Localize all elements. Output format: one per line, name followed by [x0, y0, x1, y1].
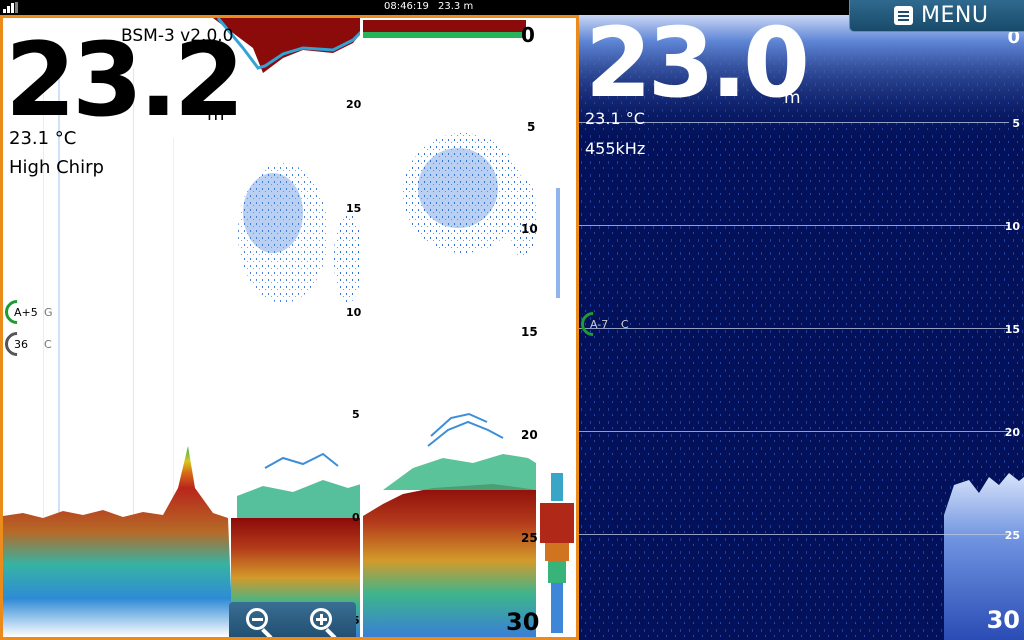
gain-value: A-7 [590, 318, 609, 331]
depth-scale-max: 30 [986, 606, 1020, 634]
status-depth: 23.3 m [438, 1, 474, 12]
water-temperature: 23.1 °C [9, 128, 77, 149]
depth-readout: 23.2 [5, 21, 245, 140]
depth-gridline [579, 534, 1009, 535]
depth-scale-label: 25 [521, 531, 538, 545]
depth-gridline [579, 225, 1009, 226]
contrast-gauge[interactable]: 36 C [3, 327, 52, 361]
menu-label: MENU [921, 3, 989, 28]
zoom-scale-label: 20 [346, 98, 362, 111]
menu-button[interactable]: MENU [849, 0, 1024, 32]
depth-scale-label: 25 [1004, 529, 1020, 542]
zoom-scale-label: 0 [352, 511, 360, 524]
menu-list-icon [894, 6, 913, 25]
zoom-controls [229, 602, 356, 637]
depth-unit: m [784, 88, 801, 108]
zoom-scale-label: 5 [352, 408, 360, 421]
depth-scale-label: 20 [1004, 426, 1020, 439]
broadband-sonar-panel[interactable]: BSM-3 v2.0.0 23.2 m 23.1 °C High Chirp A… [0, 15, 579, 640]
depth-scale-label: 5 [527, 120, 536, 134]
zoom-out-button[interactable] [243, 606, 277, 637]
contrast-tag: C [44, 338, 52, 351]
depth-scale-label: 20 [521, 428, 538, 442]
status-clock: 08:46:19 [384, 1, 429, 12]
contrast-value: 36 [14, 338, 28, 351]
gain-gauge[interactable]: A-7 C [579, 307, 629, 341]
depth-scale-label: 15 [521, 325, 538, 339]
zoom-scale-label: 10 [346, 306, 362, 319]
depth-scale-max: 30 [506, 608, 540, 636]
water-temperature: 23.1 °C [585, 109, 645, 128]
depth-gridline [579, 328, 1009, 329]
depth-scale-label: 10 [1004, 220, 1020, 233]
gain-tag: C [621, 318, 629, 331]
downscan-panel[interactable]: 23.0 m 23.1 °C 455kHz A-7 C 0 5 10 15 20… [579, 15, 1024, 640]
gain-tag: G [44, 306, 53, 319]
signal-bars-icon [3, 2, 21, 13]
depth-scale-label: 10 [521, 222, 538, 236]
sonar-frequency: 455kHz [585, 139, 646, 158]
zoom-in-button[interactable] [307, 606, 341, 637]
depth-scale-label: 5 [1012, 117, 1020, 130]
zoom-scale-label: 15 [346, 202, 362, 215]
depth-scale-label: 0 [521, 23, 535, 47]
depth-scale-label: 15 [1004, 323, 1020, 336]
depth-readout: 23.0 [585, 15, 810, 119]
depth-unit: m [207, 104, 225, 125]
depth-gridline [579, 431, 1009, 432]
gain-gauge[interactable]: A+5 G [3, 295, 53, 329]
sonar-mode: High Chirp [9, 157, 104, 178]
gain-value: A+5 [14, 306, 38, 319]
